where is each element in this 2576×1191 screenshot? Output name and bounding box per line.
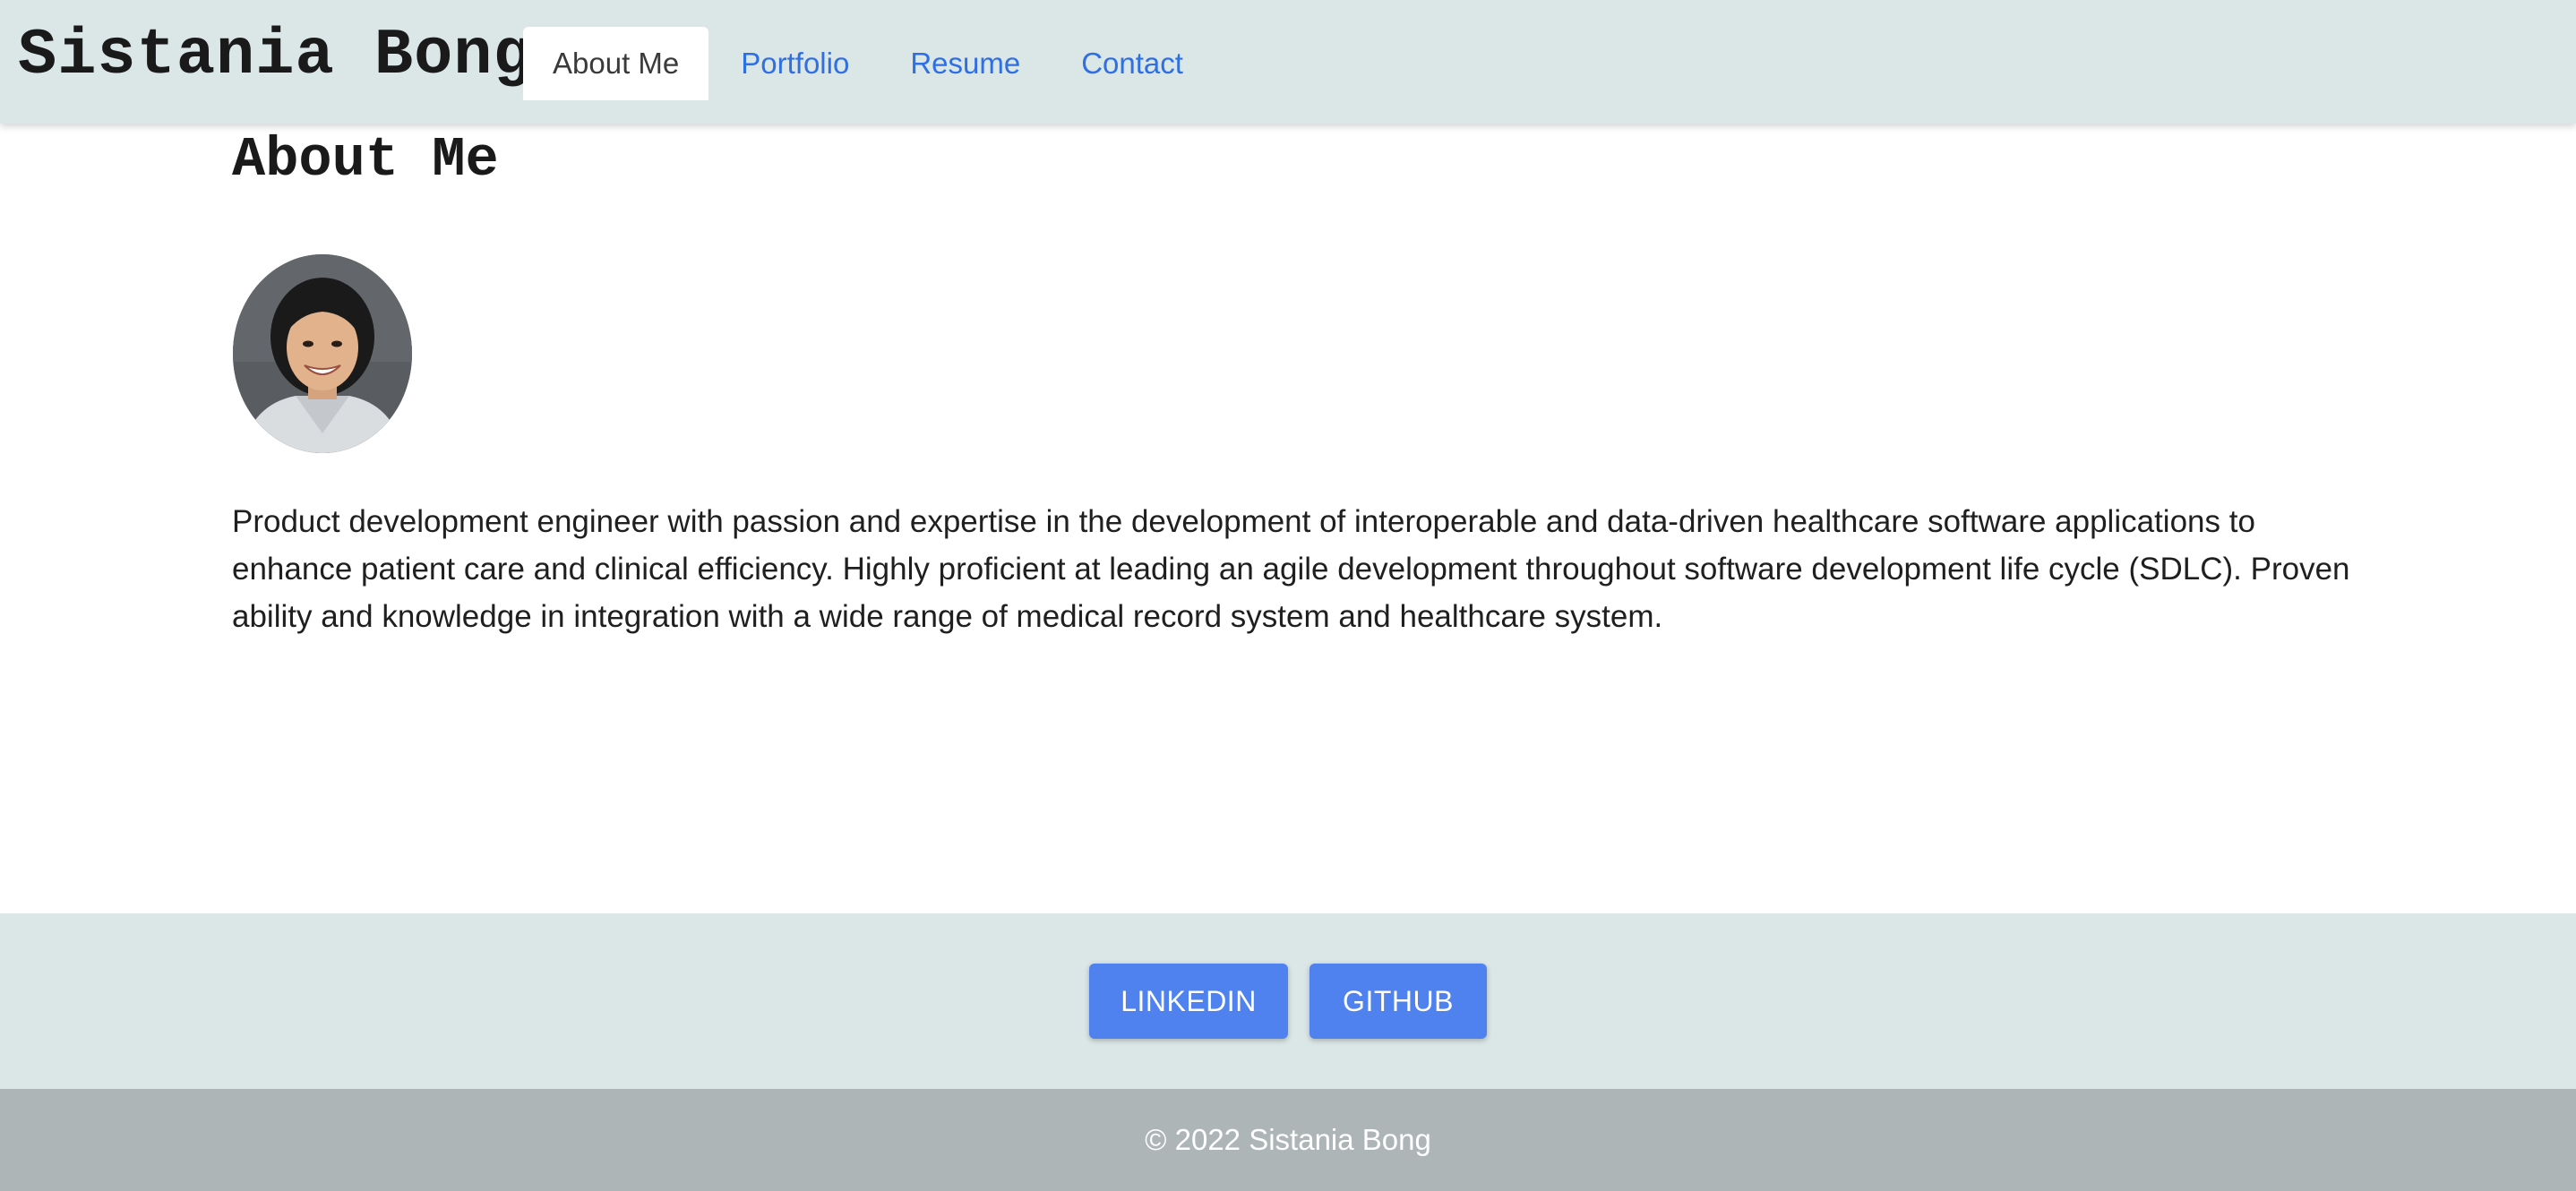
nav-tab-contact[interactable]: Contact xyxy=(1052,27,1212,100)
social-links-bar: LINKEDIN GITHUB xyxy=(0,913,2576,1089)
nav-tab-about-me[interactable]: About Me xyxy=(523,27,709,100)
bio-text: Product development engineer with passio… xyxy=(232,504,2350,634)
profile-photo-icon xyxy=(233,254,412,453)
main-nav: About Me Portfolio Resume Contact xyxy=(523,27,1212,100)
github-button[interactable]: GITHUB xyxy=(1309,964,1487,1039)
page-heading: About Me xyxy=(232,128,499,192)
copyright-text: © 2022 Sistania Bong xyxy=(1145,1123,1431,1156)
social-buttons: LINKEDIN GITHUB xyxy=(0,964,2576,1039)
site-footer: © 2022 Sistania Bong xyxy=(0,1089,2576,1191)
site-title: Sistania Bong xyxy=(18,19,533,92)
linkedin-button[interactable]: LINKEDIN xyxy=(1089,964,1288,1039)
nav-tab-resume[interactable]: Resume xyxy=(881,27,1049,100)
nav-tab-portfolio[interactable]: Portfolio xyxy=(712,27,878,100)
avatar xyxy=(233,254,412,453)
site-header: Sistania Bong About Me Portfolio Resume … xyxy=(0,0,2576,124)
